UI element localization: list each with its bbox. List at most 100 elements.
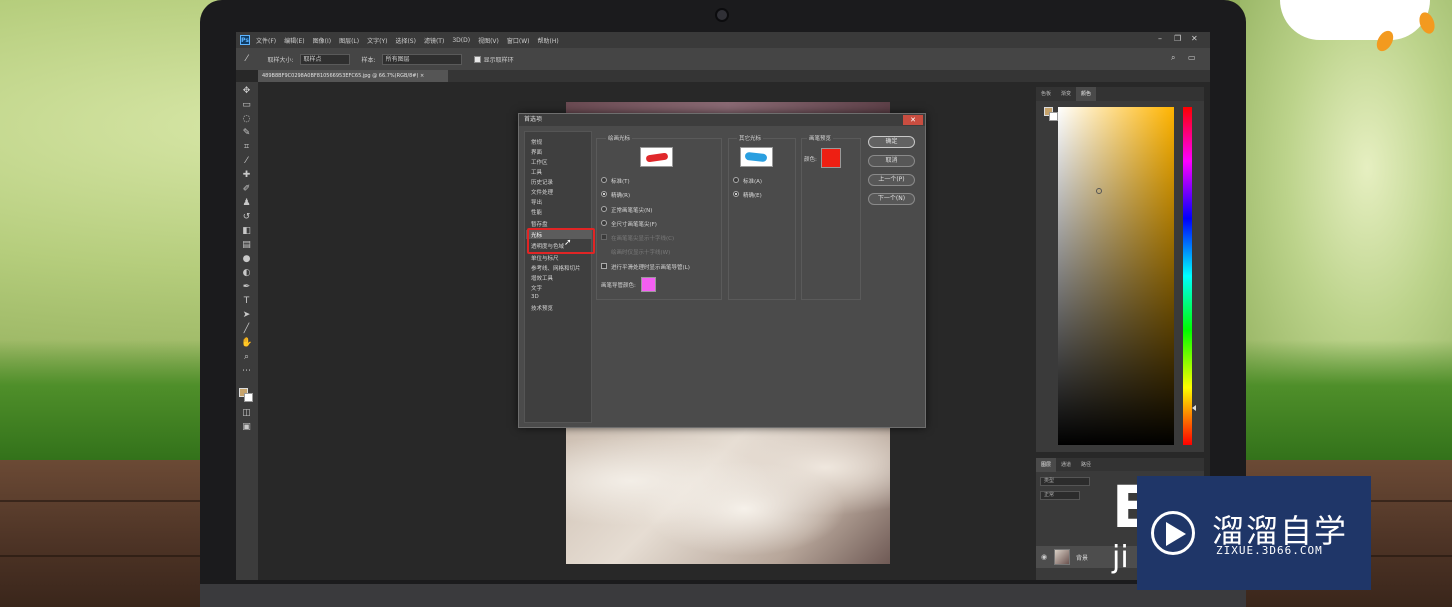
move-tool-icon[interactable]: ✥ xyxy=(241,86,252,97)
workspace-icon[interactable]: ▭ xyxy=(1188,53,1196,62)
nav-item-type[interactable]: 文字 xyxy=(531,284,542,292)
blur-tool-icon[interactable]: ● xyxy=(241,254,252,265)
checkbox-brush-leash[interactable] xyxy=(601,263,607,269)
layer-name[interactable]: 背景 xyxy=(1076,553,1088,562)
quick-mask-icon[interactable]: ◫ xyxy=(241,408,252,419)
cancel-button[interactable]: 取消 xyxy=(868,155,915,167)
menu-help[interactable]: 帮助(H) xyxy=(538,36,559,45)
nav-item-tech-preview[interactable]: 技术预览 xyxy=(531,304,553,312)
checkbox-show-crosshair[interactable] xyxy=(601,234,607,240)
marquee-tool-icon[interactable]: ▭ xyxy=(241,100,252,111)
background-color-swatch[interactable] xyxy=(244,393,253,402)
shape-tool-icon[interactable]: ╱ xyxy=(241,324,252,335)
brush-stroke-icon xyxy=(645,152,669,163)
hue-marker-icon[interactable] xyxy=(1192,405,1196,411)
nav-item-plugins[interactable]: 增效工具 xyxy=(531,274,553,282)
eyedropper-icon[interactable]: ⁄ xyxy=(246,54,248,64)
history-brush-tool-icon[interactable]: ↺ xyxy=(241,212,252,223)
tab-layers[interactable]: 图层 xyxy=(1036,457,1057,472)
menu-view[interactable]: 视图(V) xyxy=(478,36,499,45)
radio-full-size-brush-tip-label: 全尺寸画笔笔尖(F) xyxy=(611,222,657,228)
webcam-icon xyxy=(715,8,729,22)
color-field[interactable] xyxy=(1058,107,1174,445)
nav-item-tools[interactable]: 工具 xyxy=(531,168,542,176)
tab-gradients[interactable]: 渐变 xyxy=(1056,87,1076,101)
radio-other-precise[interactable] xyxy=(733,191,739,197)
quick-select-tool-icon[interactable]: ✎ xyxy=(241,128,252,139)
menu-image[interactable]: 图像(I) xyxy=(313,36,331,45)
document-tab[interactable]: 489B8BF9C0298A0BF810566953EFC65.jpg @ 66… xyxy=(258,70,448,82)
nav-item-general[interactable]: 常规 xyxy=(531,138,542,146)
prev-button[interactable]: 上一个(P) xyxy=(868,174,915,186)
menu-file[interactable]: 文件(F) xyxy=(256,36,276,45)
nav-item-file-handling[interactable]: 文件处理 xyxy=(531,188,553,196)
menu-window[interactable]: 窗口(W) xyxy=(507,36,530,45)
minimize-icon[interactable]: – xyxy=(1158,34,1162,43)
brush-leash-color-swatch[interactable] xyxy=(641,277,656,292)
screen-mode-icon[interactable]: ▣ xyxy=(241,422,252,433)
radio-other-standard-label: 标准(A) xyxy=(743,179,763,185)
zoom-tool-icon[interactable]: ⌕ xyxy=(241,352,252,363)
hue-slider[interactable] xyxy=(1183,107,1192,445)
brush-tool-icon[interactable]: ✐ xyxy=(241,184,252,195)
menu-filter[interactable]: 滤镜(T) xyxy=(424,36,444,45)
more-tools-icon[interactable]: ⋯ xyxy=(241,366,252,377)
radio-precise[interactable] xyxy=(601,191,607,197)
fg-bg-swatches[interactable] xyxy=(1044,107,1058,121)
nav-item-units[interactable]: 单位与标尺 xyxy=(531,254,559,262)
radio-standard[interactable] xyxy=(601,177,607,183)
nav-item-scratch-disks[interactable]: 暂存盘 xyxy=(531,220,548,228)
crop-tool-icon[interactable]: ⌗ xyxy=(241,142,252,153)
nav-item-interface[interactable]: 界面 xyxy=(531,148,542,156)
pen-tool-icon[interactable]: ✒ xyxy=(241,282,252,293)
healing-tool-icon[interactable]: ✚ xyxy=(241,170,252,181)
next-button[interactable]: 下一个(N) xyxy=(868,193,915,205)
nav-item-workspace[interactable]: 工作区 xyxy=(531,158,548,166)
menu-edit[interactable]: 编辑(E) xyxy=(284,36,304,45)
type-tool-icon[interactable]: T xyxy=(241,296,252,307)
dialog-close-button[interactable]: ✕ xyxy=(903,115,923,125)
color-panel: 色板 渐变 颜色 xyxy=(1036,87,1204,452)
visibility-eye-icon[interactable]: ◉ xyxy=(1041,553,1047,561)
tab-color[interactable]: 颜色 xyxy=(1076,87,1097,101)
nav-item-export[interactable]: 导出 xyxy=(531,198,542,206)
tab-channels[interactable]: 通道 xyxy=(1056,458,1076,472)
radio-normal-brush-tip[interactable] xyxy=(601,206,607,212)
close-icon[interactable]: ✕ xyxy=(1191,34,1198,43)
layer-kind-filter[interactable]: 类型 xyxy=(1040,477,1090,486)
search-icon[interactable]: ⌕ xyxy=(1171,53,1175,63)
color-picker-ring[interactable] xyxy=(1096,188,1102,194)
nav-item-history[interactable]: 历史记录 xyxy=(531,178,553,186)
other-cursors-title: 其它光标 xyxy=(737,134,764,142)
sample-select[interactable]: 所有图层 xyxy=(381,53,462,65)
gradient-tool-icon[interactable]: ▤ xyxy=(241,240,252,251)
radio-normal-brush-tip-label: 正常画笔笔尖(N) xyxy=(611,208,653,214)
tab-paths[interactable]: 路径 xyxy=(1076,458,1096,472)
ok-button[interactable]: 确定 xyxy=(868,136,915,148)
blend-mode-select[interactable]: 正常 xyxy=(1040,491,1080,500)
menu-type[interactable]: 文字(Y) xyxy=(367,36,387,45)
preferences-dialog: 首选项 ✕ 常规 界面 工作区 工具 历史记录 文件处理 导出 性能 暂存盘 光… xyxy=(518,113,926,428)
path-select-tool-icon[interactable]: ➤ xyxy=(241,310,252,321)
dodge-tool-icon[interactable]: ◐ xyxy=(241,268,252,279)
sample-size-select[interactable]: 取样点 xyxy=(299,53,350,65)
tab-swatches[interactable]: 色板 xyxy=(1036,87,1056,101)
menu-layer[interactable]: 图层(L) xyxy=(339,36,359,45)
menu-select[interactable]: 选择(S) xyxy=(395,36,416,45)
menu-3d[interactable]: 3D(D) xyxy=(452,37,470,44)
radio-full-size-brush-tip[interactable] xyxy=(601,220,607,226)
eyedropper-tool-icon[interactable]: ⁄ xyxy=(241,156,252,167)
show-ring-checkbox[interactable] xyxy=(473,55,481,63)
eraser-tool-icon[interactable]: ◧ xyxy=(241,226,252,237)
nav-item-3d[interactable]: 3D xyxy=(531,294,539,300)
hand-tool-icon[interactable]: ✋ xyxy=(241,338,252,349)
background-swatch[interactable] xyxy=(1049,112,1058,121)
restore-icon[interactable]: ❐ xyxy=(1174,34,1181,43)
radio-other-standard[interactable] xyxy=(733,177,739,183)
radio-standard-label: 标准(T) xyxy=(611,179,630,185)
lasso-tool-icon[interactable]: ◌ xyxy=(241,114,252,125)
stamp-tool-icon[interactable]: ♟ xyxy=(241,198,252,209)
nav-item-performance[interactable]: 性能 xyxy=(531,208,542,216)
nav-item-guides[interactable]: 参考线、网格和切片 xyxy=(531,264,581,272)
brush-preview-color-swatch[interactable] xyxy=(821,148,841,168)
